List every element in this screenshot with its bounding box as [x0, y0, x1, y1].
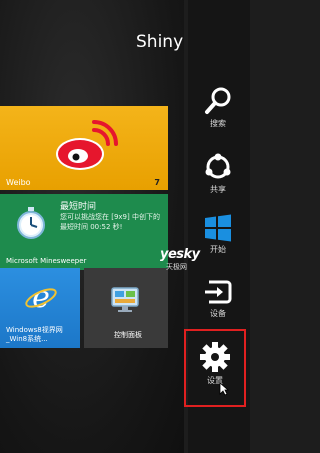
- settings-charm[interactable]: 设置: [184, 329, 246, 407]
- svg-text:e: e: [32, 280, 50, 314]
- windows-logo-icon: [188, 214, 248, 242]
- weibo-badge: 7: [154, 178, 160, 187]
- settings-charm-label: 设置: [207, 376, 223, 385]
- minesweeper-tile[interactable]: 最短时间 您可以挑战您在 [9x9] 中创下的最短时间 00:52 秒! Mic…: [0, 194, 168, 270]
- control-panel-tile[interactable]: 控制面板: [84, 268, 168, 348]
- share-icon: [188, 152, 248, 182]
- ie-tile[interactable]: e Windows8视界网_Win8系统...: [0, 268, 80, 348]
- mouse-cursor-icon: [219, 381, 230, 400]
- search-charm[interactable]: 搜索: [188, 86, 248, 129]
- weibo-tile-name: Weibo: [6, 178, 31, 187]
- gear-icon: [186, 341, 244, 373]
- minesweeper-tile-title: 最短时间: [60, 202, 97, 212]
- search-icon: [188, 86, 248, 116]
- control-panel-tile-label: 控制面板: [114, 331, 142, 339]
- yesky-watermark-sub: 天极网: [166, 263, 187, 271]
- search-charm-label: 搜索: [210, 119, 226, 128]
- minesweeper-tile-body: 您可以挑战您在 [9x9] 中创下的最短时间 00:52 秒!: [60, 213, 160, 231]
- devices-charm[interactable]: 设备: [188, 278, 248, 319]
- share-charm[interactable]: 共享: [188, 152, 248, 195]
- devices-icon: [188, 278, 248, 306]
- minesweeper-tile-name: Microsoft Minesweeper: [6, 257, 87, 265]
- weibo-tile[interactable]: Weibo 7: [0, 106, 168, 190]
- share-charm-label: 共享: [210, 185, 226, 194]
- user-name[interactable]: Shiny: [136, 32, 183, 52]
- ie-tile-label: Windows8视界网_Win8系统...: [6, 326, 63, 343]
- yesky-watermark: yesky: [160, 247, 200, 262]
- devices-charm-label: 设备: [210, 309, 226, 318]
